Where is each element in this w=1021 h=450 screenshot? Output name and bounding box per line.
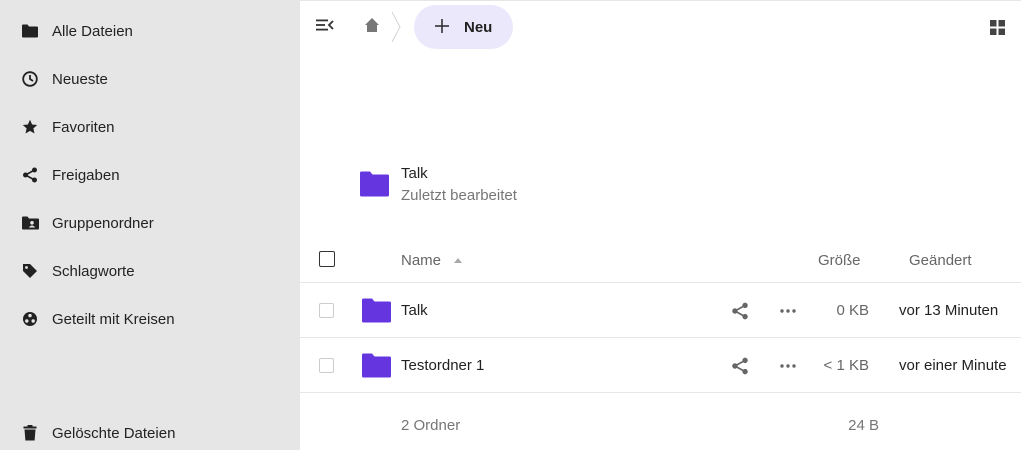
new-button[interactable]: Neu <box>414 5 513 49</box>
file-name[interactable]: Testordner 1 <box>401 357 484 374</box>
recent-file-card[interactable]: Talk Zuletzt bearbeitet <box>360 163 560 209</box>
share-icon <box>21 166 39 184</box>
main-content: Neu Talk Zuletzt bearbeitet Name Größe G… <box>300 0 1021 450</box>
sidebar-item-deleted-files[interactable]: Gelöschte Dateien <box>0 413 300 450</box>
sidebar-item-circles[interactable]: Geteilt mit Kreisen <box>0 299 300 339</box>
file-modified: vor einer Minute <box>899 357 1007 374</box>
sidebar-item-label: Favoriten <box>52 119 115 136</box>
summary-count: 2 Ordner <box>401 417 461 434</box>
breadcrumb-separator-icon <box>391 11 401 47</box>
file-list-summary: 2 Ordner 24 B <box>300 393 1021 450</box>
sidebar: Alle Dateien Neueste Favoriten Freigaben… <box>0 0 300 450</box>
folder-icon <box>360 171 389 201</box>
sidebar-item-all-files[interactable]: Alle Dateien <box>0 11 300 51</box>
file-size: 0 KB <box>836 302 869 319</box>
group-folder-icon <box>21 214 39 232</box>
file-name[interactable]: Talk <box>401 302 428 319</box>
sidebar-item-label: Schlagworte <box>52 263 135 280</box>
column-header-size[interactable]: Größe <box>818 252 861 269</box>
circles-icon <box>21 310 39 328</box>
sidebar-item-label: Alle Dateien <box>52 23 133 40</box>
share-icon[interactable] <box>731 302 749 320</box>
trash-icon <box>21 424 39 442</box>
sidebar-item-label: Geteilt mit Kreisen <box>52 311 175 328</box>
menu-collapse-icon <box>316 18 334 36</box>
select-all-checkbox[interactable] <box>319 251 335 267</box>
file-list-header: Name Größe Geändert <box>300 237 1021 283</box>
recent-file-name: Talk <box>401 165 428 182</box>
share-icon[interactable] <box>731 357 749 375</box>
sidebar-item-label: Gelöschte Dateien <box>52 425 176 442</box>
sidebar-item-shares[interactable]: Freigaben <box>0 155 300 195</box>
breadcrumb-home[interactable] <box>360 15 384 39</box>
file-modified: vor 13 Minuten <box>899 302 999 319</box>
clock-icon <box>21 70 39 88</box>
sort-ascending-icon <box>454 258 462 263</box>
more-actions-icon[interactable] <box>778 357 798 375</box>
star-icon <box>21 118 39 136</box>
new-button-label: Neu <box>464 19 493 36</box>
column-header-name[interactable]: Name <box>401 252 441 269</box>
file-size: < 1 KB <box>823 357 869 374</box>
sidebar-item-recent[interactable]: Neueste <box>0 59 300 99</box>
tag-icon <box>21 262 39 280</box>
recent-file-subtitle: Zuletzt bearbeitet <box>401 187 517 204</box>
folder-icon <box>362 353 391 382</box>
more-actions-icon[interactable] <box>778 302 798 320</box>
column-header-modified[interactable]: Geändert <box>909 252 972 269</box>
sidebar-item-tags[interactable]: Schlagworte <box>0 251 300 291</box>
folder-icon <box>362 298 391 327</box>
sidebar-item-favorites[interactable]: Favoriten <box>0 107 300 147</box>
summary-total-size: 24 B <box>848 417 879 434</box>
grid-view-toggle[interactable] <box>986 18 1008 40</box>
sidebar-item-group-folders[interactable]: Gruppenordner <box>0 203 300 243</box>
table-row[interactable]: Talk 0 KB vor 13 Minuten <box>300 283 1021 338</box>
sidebar-item-label: Freigaben <box>52 167 120 184</box>
home-icon <box>364 17 380 37</box>
plus-icon <box>434 18 450 34</box>
toggle-navigation-button[interactable] <box>314 17 336 37</box>
row-checkbox[interactable] <box>319 303 334 318</box>
grid-view-icon <box>989 19 1005 39</box>
table-row[interactable]: Testordner 1 < 1 KB vor einer Minute <box>300 338 1021 393</box>
row-checkbox[interactable] <box>319 358 334 373</box>
sidebar-item-label: Gruppenordner <box>52 215 154 232</box>
folder-icon <box>21 22 39 40</box>
sidebar-item-label: Neueste <box>52 71 108 88</box>
